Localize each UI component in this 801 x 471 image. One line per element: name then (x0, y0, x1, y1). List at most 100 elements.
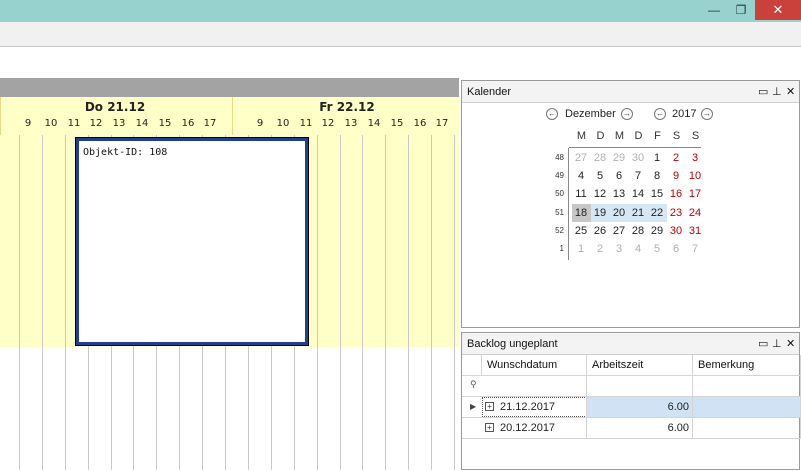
calendar-day[interactable]: 22 (647, 204, 667, 222)
column-header[interactable]: Arbeitszeit (587, 355, 693, 376)
weekday-label: S (691, 130, 700, 142)
calendar-day[interactable]: 7 (686, 240, 705, 258)
wunschdatum-cell: 21.12.2017 (500, 401, 556, 413)
calendar-day[interactable]: 17 (686, 185, 705, 203)
hour-label: 10 (44, 118, 58, 129)
calendar-day[interactable]: 15 (648, 185, 667, 203)
calendar-panel: Kalender ▭ ⊥ ✕ ← Dezember → ← 2017 → MDM… (461, 80, 800, 328)
window-title-bar: — ❐ ✕ (0, 0, 801, 22)
wunschdatum-cell: 20.12.2017 (500, 422, 556, 434)
filter-cell[interactable] (693, 376, 801, 397)
calendar-day[interactable]: 6 (667, 240, 686, 258)
weekday-label: D (596, 130, 605, 142)
calendar-day[interactable]: 9 (667, 167, 686, 185)
scheduler-timeline[interactable]: Do 21.12 9 10 11 12 13 14 15 16 17 Fr 22.12 9 10 11 12… (0, 97, 459, 470)
calendar-day[interactable]: 18 (571, 204, 591, 222)
calendar-day[interactable]: 2 (591, 240, 610, 258)
calendar-day[interactable]: 14 (629, 185, 648, 203)
calendar-day[interactable]: 3 (610, 240, 629, 258)
table-row[interactable]: ▶ +21.12.2017 6.00 (462, 397, 801, 418)
week-number: 1 (559, 244, 564, 253)
close-icon: ✕ (772, 2, 784, 17)
weekday-divider (569, 147, 701, 148)
grid-line (454, 135, 455, 470)
hour-label: 15 (158, 118, 172, 129)
calendar-day[interactable]: 28 (629, 222, 648, 240)
filter-icon: ⚲ (470, 379, 477, 389)
calendar-day[interactable]: 29 (648, 222, 667, 240)
weekday-label: S (672, 130, 681, 142)
calendar-day[interactable]: 23 (667, 204, 686, 222)
calendar-day[interactable]: 27 (572, 149, 591, 167)
calendar-day[interactable]: 5 (648, 240, 667, 258)
weekday-label: M (614, 130, 625, 142)
grid-line (65, 135, 66, 470)
column-header[interactable]: Bemerkung (693, 355, 801, 376)
calendar-day[interactable]: 27 (610, 222, 629, 240)
grid-line (340, 135, 341, 470)
calendar-day[interactable]: 3 (686, 149, 705, 167)
grid-line (385, 135, 386, 470)
calendar-day[interactable]: 12 (591, 185, 610, 203)
filter-cell[interactable] (587, 376, 693, 397)
calendar-day[interactable]: 8 (648, 167, 667, 185)
maximize-button[interactable]: ❐ (728, 0, 754, 20)
calendar-day[interactable]: 28 (591, 149, 610, 167)
calendar-day[interactable]: 5 (591, 167, 610, 185)
hour-label: 9 (256, 118, 264, 129)
week-number: 50 (555, 189, 564, 198)
calendar-day[interactable]: 16 (667, 185, 686, 203)
calendar-day[interactable]: 20 (609, 204, 629, 222)
expand-icon[interactable]: + (485, 423, 494, 432)
calendar-day[interactable]: 31 (686, 222, 705, 240)
hour-label: 12 (89, 118, 103, 129)
calendar-day[interactable]: 19 (590, 204, 610, 222)
backlog-grid: Wunschdatum Arbeitszeit Bemerkung ⚲ ▶ +21.12.… (462, 333, 801, 471)
week-number: 49 (555, 171, 564, 180)
calendar-day[interactable]: 10 (686, 167, 705, 185)
calendar-day[interactable]: 11 (572, 185, 591, 203)
calendar-day[interactable]: 25 (572, 222, 591, 240)
grid-line (362, 135, 363, 470)
calendar-day[interactable]: 1 (572, 240, 591, 258)
calendar-day[interactable]: 30 (667, 222, 686, 240)
cell-divider (692, 418, 693, 438)
minimize-button[interactable]: — (700, 0, 728, 20)
hour-label: 13 (112, 118, 126, 129)
calendar-day[interactable]: 13 (610, 185, 629, 203)
weekday-label: D (634, 130, 643, 142)
appointment-block[interactable]: Objekt-ID: 108 (75, 137, 309, 346)
expand-icon[interactable]: + (485, 402, 494, 411)
calendar-day[interactable]: 4 (629, 240, 648, 258)
table-row[interactable]: +20.12.2017 6.00 (462, 418, 801, 439)
filter-cell[interactable] (482, 376, 587, 397)
arbeitszeit-cell: 6.00 (667, 401, 689, 413)
calendar-day[interactable]: 29 (610, 149, 629, 167)
minimize-icon: — (708, 3, 720, 17)
close-button[interactable]: ✕ (755, 0, 801, 20)
weekday-label: M (576, 130, 587, 142)
week-number: 48 (555, 153, 564, 162)
hour-label: 16 (181, 118, 195, 129)
cell-divider (586, 397, 587, 417)
grid-line (42, 135, 43, 470)
backlog-panel: Backlog ungeplant ▭ ⊥ ✕ Wunschdatum Arbei… (461, 332, 801, 471)
row-indicator-icon: ▶ (470, 402, 477, 411)
calendar-day[interactable]: 21 (628, 204, 648, 222)
calendar-day[interactable]: 26 (591, 222, 610, 240)
calendar-day[interactable]: 4 (572, 167, 591, 185)
calendar-day[interactable]: 2 (667, 149, 686, 167)
calendar-day[interactable]: 24 (686, 204, 705, 222)
calendar-day[interactable]: 7 (629, 167, 648, 185)
calendar-day[interactable]: 30 (629, 149, 648, 167)
calendar-day[interactable]: 6 (610, 167, 629, 185)
hour-label: 16 (413, 118, 427, 129)
scheduler-view[interactable]: Do 21.12 9 10 11 12 13 14 15 16 17 Fr 22.12 9 10 11 12… (0, 78, 459, 470)
weeknum-divider (568, 148, 569, 260)
cell-divider (586, 418, 587, 438)
calendar-day[interactable]: 1 (648, 149, 667, 167)
day-header[interactable]: Do 21.12 (0, 97, 230, 118)
column-header[interactable]: Wunschdatum (482, 355, 587, 376)
grid-line (19, 135, 20, 470)
day-header[interactable]: Fr 22.12 (232, 97, 459, 118)
